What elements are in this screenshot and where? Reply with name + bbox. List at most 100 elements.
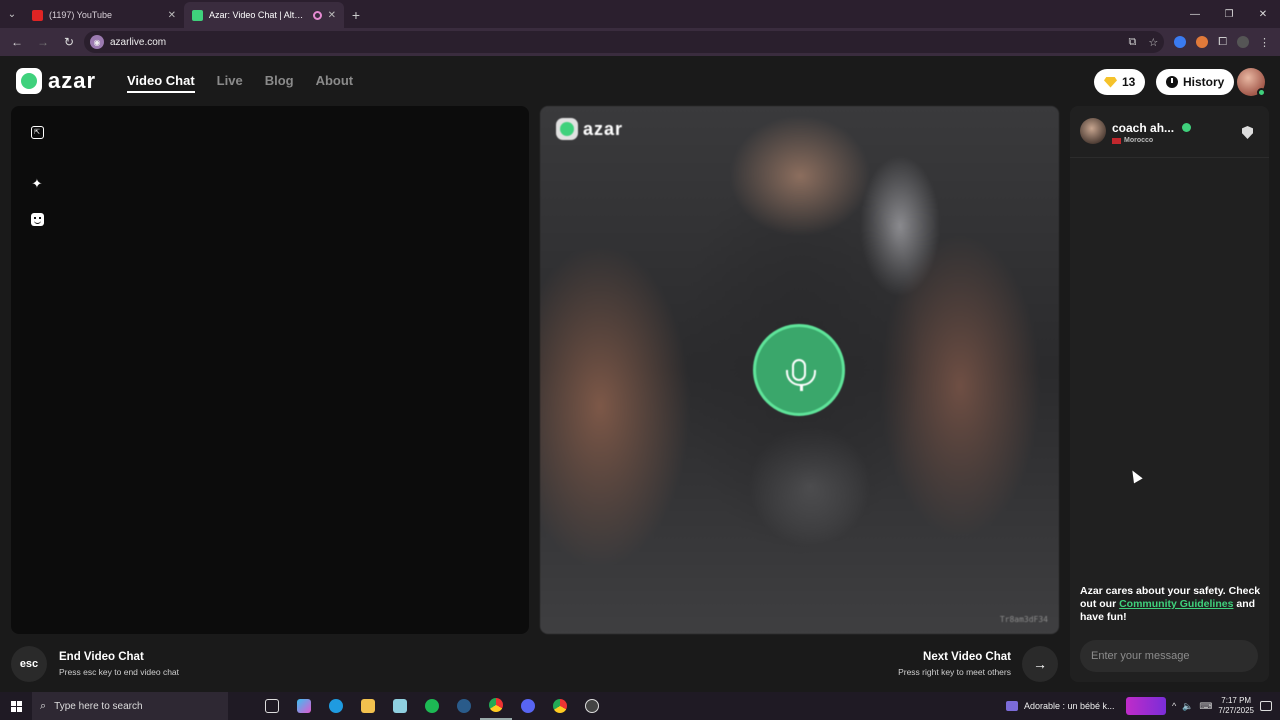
taskbar-search-placeholder: Type here to search — [54, 700, 143, 712]
minimize-video-button[interactable]: ⇱ — [29, 124, 45, 140]
forward-arrow-icon[interactable]: → — [32, 31, 54, 53]
pip-icon: ⇱ — [30, 125, 44, 139]
site-info-icon[interactable]: ◉ — [90, 35, 104, 49]
tray-widget-icon[interactable] — [1125, 697, 1166, 715]
gems-button[interactable]: 13 — [1094, 69, 1146, 95]
effects-button[interactable]: ✦ — [29, 176, 45, 192]
peer-avatar[interactable] — [1080, 118, 1106, 144]
tab-youtube[interactable]: (1197) YouTube ✕ — [24, 2, 184, 28]
browser-profile-icon[interactable] — [1237, 36, 1249, 48]
recording-indicator-icon — [312, 10, 322, 20]
microphone-icon — [786, 359, 816, 386]
bookmark-star-icon[interactable]: ☆ — [1148, 36, 1158, 49]
system-tray: Adorable : un bébé k... ^ 🔈 ⌨ 7:17 PM 7/… — [1005, 692, 1280, 720]
main-nav: Video Chat Live Blog About — [127, 73, 353, 93]
smiley-face-icon — [30, 212, 44, 226]
next-arrow-button[interactable]: → — [1022, 646, 1058, 682]
restore-icon[interactable]: ❐ — [1212, 0, 1246, 28]
browser-menu-icon[interactable]: ⋮ — [1259, 36, 1270, 49]
close-window-icon[interactable]: ✕ — [1246, 0, 1280, 28]
nav-blog[interactable]: Blog — [265, 73, 294, 93]
microphone-indicator[interactable] — [753, 324, 845, 416]
extension-area: ⧠ ⋮ — [1174, 36, 1274, 49]
extensions-puzzle-icon[interactable]: ⧠ — [1218, 36, 1227, 49]
peer-country: Morocco — [1112, 137, 1153, 144]
tab-azar[interactable]: Azar: Video Chat | Alternative ✕ — [184, 2, 344, 28]
tab-close-icon[interactable]: ✕ — [168, 10, 176, 21]
azar-logo[interactable]: azar — [16, 68, 96, 94]
extension-blue-icon[interactable] — [1174, 36, 1187, 48]
watermark-text: azar — [583, 118, 624, 139]
notes-app-icon[interactable] — [384, 692, 416, 720]
steam-icon[interactable] — [448, 692, 480, 720]
community-guidelines-link[interactable]: Community Guidelines — [1119, 598, 1233, 610]
remote-watermark-logo: azar — [556, 118, 623, 140]
youtube-favicon-icon — [32, 9, 43, 21]
media-player-icon — [1005, 701, 1018, 711]
browser-tab-bar: ⌄ (1197) YouTube ✕ Azar: Video Chat | Al… — [0, 0, 1280, 28]
minimize-icon[interactable]: — — [1178, 0, 1212, 28]
start-button[interactable] — [0, 692, 32, 720]
peer-header: coach ah... Morocco — [1070, 106, 1269, 158]
taskbar-search[interactable]: ⌕ Type here to search — [32, 692, 228, 720]
taskbar-clock[interactable]: 7:17 PM 7/27/2025 — [1218, 696, 1254, 716]
site-header: azar Video Chat Live Blog About 13 Histo… — [0, 56, 1280, 106]
remote-video: azar Tr8am3dF34 — [540, 106, 1059, 634]
tab-title: Azar: Video Chat | Alternative — [209, 10, 307, 20]
nav-live[interactable]: Live — [217, 73, 243, 93]
edge-icon[interactable] — [320, 692, 352, 720]
gem-count: 13 — [1122, 75, 1136, 89]
media-title[interactable]: Adorable : un bébé k... — [1024, 701, 1120, 711]
logo-text: azar — [48, 68, 97, 93]
obs-recorder-icon[interactable] — [576, 692, 608, 720]
azar-page: azar Video Chat Live Blog About 13 Histo… — [0, 56, 1280, 692]
tray-chevron-icon[interactable]: ^ — [1172, 701, 1176, 711]
safety-notice: Azar cares about your safety. Check out … — [1080, 585, 1262, 624]
history-button[interactable]: History — [1156, 69, 1235, 95]
morocco-flag-icon — [1112, 137, 1121, 144]
file-explorer-icon[interactable] — [352, 692, 384, 720]
nav-about[interactable]: About — [316, 73, 354, 93]
window-controls: — ❐ ✕ — [1178, 0, 1280, 28]
clock-time: 7:17 PM — [1221, 696, 1252, 705]
user-avatar[interactable] — [1237, 68, 1266, 97]
face-filter-button[interactable] — [29, 211, 45, 227]
next-video-chat-hint: Press right key to meet others — [898, 667, 1011, 677]
message-input[interactable] — [1080, 640, 1258, 672]
chrome-icon[interactable] — [480, 692, 512, 720]
chat-panel: coach ah... Morocco Azar cares about you… — [1070, 106, 1269, 682]
url-text: azarlive.com — [110, 36, 167, 48]
nav-video-chat[interactable]: Video Chat — [127, 73, 195, 93]
address-bar[interactable]: ◉ azarlive.com ⧉ ☆ — [84, 31, 1165, 53]
discord-icon[interactable] — [512, 692, 544, 720]
local-video: ⇱ ✦ — [11, 106, 529, 634]
azar-favicon-icon — [192, 9, 203, 21]
extension-orange-icon[interactable] — [1196, 36, 1209, 48]
clock-icon — [1166, 76, 1178, 88]
azar-logo-icon — [16, 68, 42, 94]
volume-icon[interactable]: 🔈 — [1182, 701, 1193, 712]
cast-icon[interactable]: ⧉ — [1128, 36, 1136, 49]
report-shield-icon[interactable] — [1242, 126, 1253, 139]
browser-toolbar: ← → ↻ ◉ azarlive.com ⧉ ☆ ⧠ ⋮ — [0, 28, 1280, 56]
end-video-chat-hint: Press esc key to end video chat — [59, 667, 180, 677]
back-arrow-icon[interactable]: ← — [6, 31, 28, 53]
clock-date: 7/27/2025 — [1218, 706, 1254, 715]
spotify-icon[interactable] — [416, 692, 448, 720]
keyboard-icon[interactable]: ⌨ — [1199, 701, 1212, 712]
tab-search-chevron-icon[interactable]: ⌄ — [0, 0, 24, 28]
new-tab-plus-icon[interactable]: + — [344, 2, 368, 28]
tab-close-icon[interactable]: ✕ — [328, 10, 336, 21]
esc-key-button[interactable]: esc — [11, 646, 47, 682]
end-video-chat-title: End Video Chat — [59, 651, 144, 663]
copilot-icon[interactable] — [288, 692, 320, 720]
notification-icon[interactable] — [1260, 701, 1272, 711]
windows-logo-icon — [10, 700, 22, 712]
windows-taskbar: ⌕ Type here to search Adorable : un bébé… — [0, 692, 1280, 720]
chrome-profile-icon[interactable] — [544, 692, 576, 720]
sparkle-icon: ✦ — [31, 176, 43, 191]
reload-icon[interactable]: ↻ — [58, 31, 80, 53]
online-status-icon — [1257, 88, 1266, 97]
peer-name[interactable]: coach ah... — [1112, 121, 1174, 135]
task-view-icon[interactable] — [256, 692, 288, 720]
